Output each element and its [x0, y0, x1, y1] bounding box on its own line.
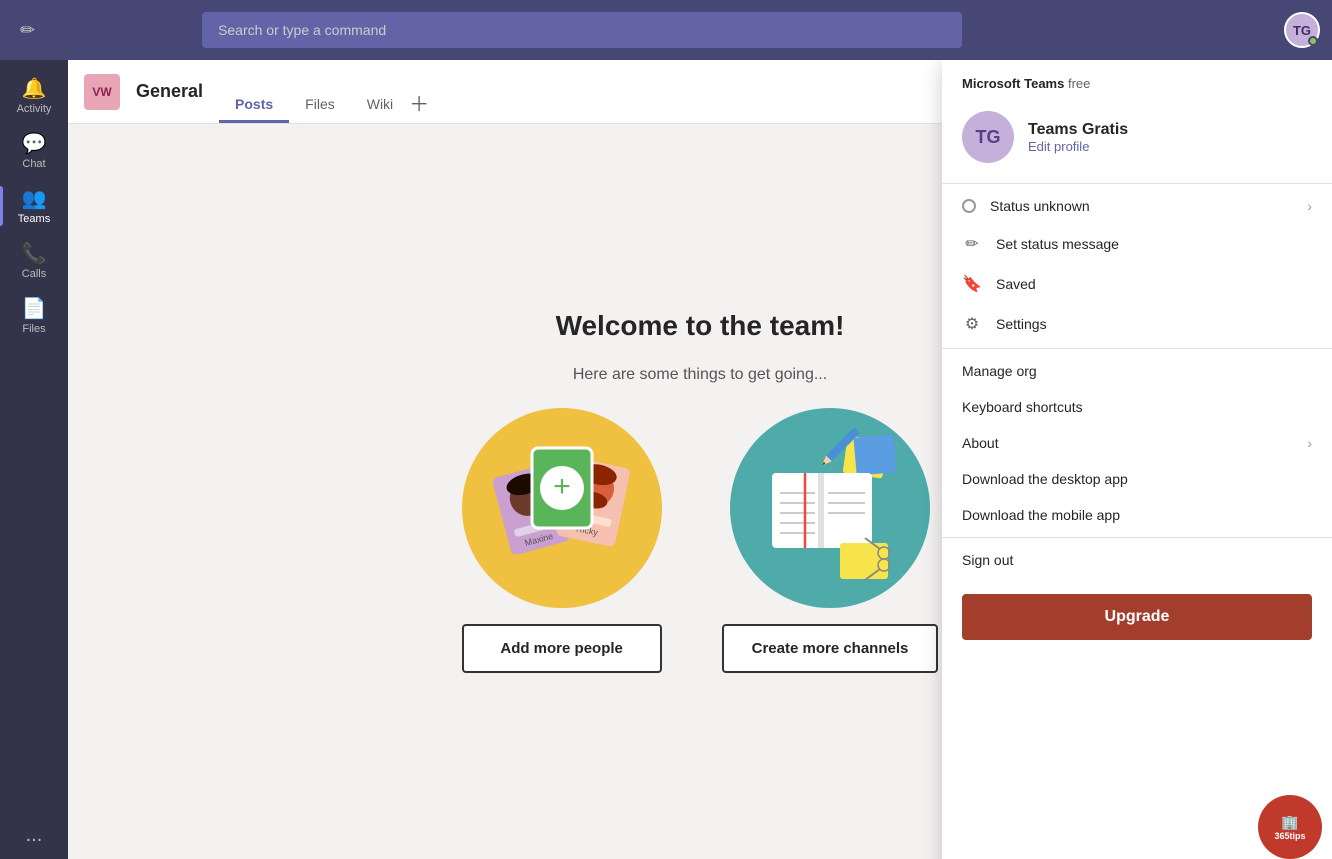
presence-dot	[1308, 36, 1318, 46]
sidebar-item-files[interactable]: 📄 Files	[0, 288, 68, 343]
tab-add-button[interactable]: ＋	[409, 88, 429, 123]
tips-badge[interactable]: 🏢 365tips	[1258, 795, 1322, 859]
tab-files[interactable]: Files	[289, 60, 351, 123]
team-icon: VW	[84, 74, 120, 110]
dropdown-header: Microsoft Teams free	[942, 60, 1332, 99]
welcome-cards: Maxine Ricky	[462, 408, 939, 673]
sidebar-item-label: Files	[22, 323, 45, 335]
channel-tabs: Posts Files Wiki ＋	[219, 60, 429, 123]
menu-item-saved[interactable]: 🔖 Saved	[942, 264, 1332, 304]
avatar-button[interactable]: TG	[1284, 12, 1320, 48]
profile-name: Teams Gratis	[1028, 121, 1128, 139]
saved-label: Saved	[996, 276, 1312, 292]
welcome-title: Welcome to the team!	[556, 310, 845, 342]
sidebar-item-label: Teams	[18, 213, 50, 225]
sidebar-item-calls[interactable]: 📞 Calls	[0, 233, 68, 288]
divider-3	[942, 537, 1332, 538]
main-layout: 🔔 Activity 💬 Chat 👥 Teams 📞 Calls 📄 File…	[0, 60, 1332, 859]
create-more-channels-button[interactable]: Create more channels	[722, 624, 939, 673]
sidebar-item-activity[interactable]: 🔔 Activity	[0, 68, 68, 123]
download-desktop-label: Download the desktop app	[962, 471, 1312, 487]
menu-item-sign-out[interactable]: Sign out	[942, 542, 1332, 578]
app-name: Microsoft Teams	[962, 76, 1064, 91]
sign-out-label: Sign out	[962, 552, 1312, 568]
download-mobile-label: Download the mobile app	[962, 507, 1312, 523]
about-label: About	[962, 435, 1293, 451]
menu-item-about[interactable]: About ›	[942, 425, 1332, 461]
add-people-illustration: Maxine Ricky	[462, 408, 662, 608]
app-plan: free	[1068, 76, 1090, 91]
menu-item-status[interactable]: Status unknown ›	[942, 188, 1332, 224]
edit-icon[interactable]: ✏	[20, 20, 35, 41]
saved-icon: 🔖	[962, 274, 982, 294]
settings-icon: ⚙	[962, 314, 982, 334]
dropdown-panel: Microsoft Teams free TG Teams Gratis Edi…	[942, 60, 1332, 859]
set-status-label: Set status message	[996, 236, 1312, 252]
svg-text:+: +	[553, 470, 571, 503]
tab-wiki[interactable]: Wiki	[351, 60, 409, 123]
chevron-right-icon: ›	[1307, 198, 1312, 214]
sidebar-item-label: Activity	[17, 103, 52, 115]
calls-icon: 📞	[22, 241, 47, 266]
menu-item-download-mobile[interactable]: Download the mobile app	[942, 497, 1332, 533]
tab-posts[interactable]: Posts	[219, 60, 289, 123]
sidebar-item-teams[interactable]: 👥 Teams	[0, 178, 68, 233]
chat-icon: 💬	[22, 131, 47, 156]
activity-icon: 🔔	[22, 76, 47, 101]
top-bar: ✏ Search or type a command TG	[0, 0, 1332, 60]
avatar-initials: TG	[1293, 23, 1311, 38]
manage-org-label: Manage org	[962, 363, 1312, 379]
search-placeholder: Search or type a command	[218, 22, 386, 38]
keyboard-shortcuts-label: Keyboard shortcuts	[962, 399, 1312, 415]
profile-edit-link[interactable]: Edit profile	[1028, 139, 1128, 154]
channel-title: General	[136, 81, 203, 102]
sidebar: 🔔 Activity 💬 Chat 👥 Teams 📞 Calls 📄 File…	[0, 60, 68, 859]
tips-icon: 🏢	[1281, 814, 1298, 831]
menu-item-download-desktop[interactable]: Download the desktop app	[942, 461, 1332, 497]
profile-row: TG Teams Gratis Edit profile	[942, 99, 1332, 179]
upgrade-button[interactable]: Upgrade	[962, 594, 1312, 640]
profile-info: Teams Gratis Edit profile	[1028, 121, 1128, 154]
divider-2	[942, 348, 1332, 349]
tips-label: 365tips	[1274, 831, 1305, 841]
sidebar-item-chat[interactable]: 💬 Chat	[0, 123, 68, 178]
teams-icon: 👥	[22, 186, 47, 211]
files-icon: 📄	[22, 296, 47, 321]
menu-item-keyboard-shortcuts[interactable]: Keyboard shortcuts	[942, 389, 1332, 425]
create-channels-illustration	[730, 408, 930, 608]
sidebar-more[interactable]: ...	[14, 812, 55, 859]
welcome-subtitle: Here are some things to get going...	[573, 366, 827, 384]
profile-avatar: TG	[962, 111, 1014, 163]
settings-label: Settings	[996, 316, 1312, 332]
create-channels-card: Create more channels	[722, 408, 939, 673]
sidebar-item-label: Calls	[22, 268, 46, 280]
content-area: VW General Posts Files Wiki ＋ Welcome to…	[68, 60, 1332, 859]
menu-item-manage-org[interactable]: Manage org	[942, 353, 1332, 389]
sidebar-item-label: Chat	[22, 158, 45, 170]
menu-item-settings[interactable]: ⚙ Settings	[942, 304, 1332, 344]
search-bar[interactable]: Search or type a command	[202, 12, 962, 48]
edit-status-icon: ✏	[962, 234, 982, 254]
status-dot-icon	[962, 199, 976, 213]
menu-item-set-status[interactable]: ✏ Set status message	[942, 224, 1332, 264]
add-more-people-button[interactable]: Add more people	[462, 624, 662, 673]
divider-1	[942, 183, 1332, 184]
status-label: Status unknown	[990, 198, 1293, 214]
about-chevron-icon: ›	[1307, 435, 1312, 451]
add-people-card: Maxine Ricky	[462, 408, 662, 673]
